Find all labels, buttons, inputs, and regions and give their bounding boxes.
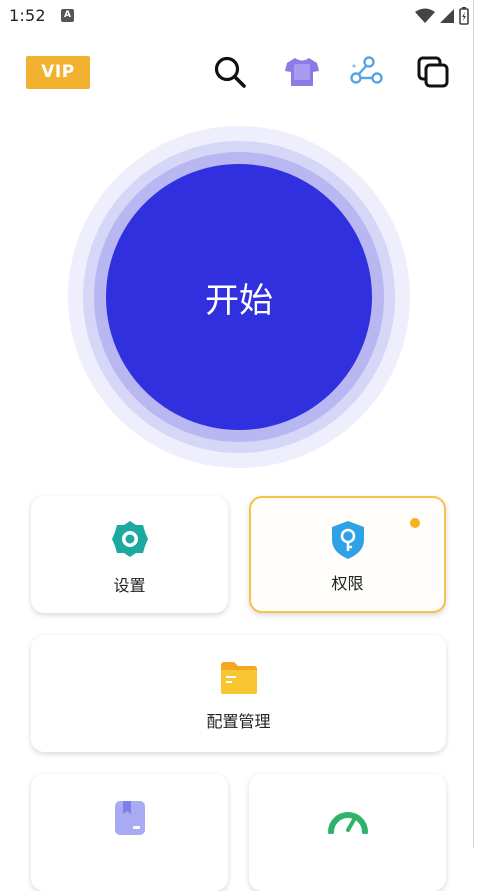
- config-management-label: 配置管理: [206, 712, 271, 731]
- status-time: 1:52: [9, 6, 46, 25]
- status-icons: [415, 6, 469, 26]
- search-icon: [214, 56, 246, 88]
- config-management-card[interactable]: 配置管理: [31, 635, 446, 752]
- notification-icon: A: [61, 9, 74, 22]
- wifi-icon: [415, 8, 435, 23]
- search-button[interactable]: [210, 52, 250, 92]
- copy-icon: [417, 56, 449, 88]
- theme-button[interactable]: [282, 52, 322, 92]
- folder-icon: [220, 662, 257, 694]
- bookmark-book-icon: [114, 801, 145, 835]
- copy-button[interactable]: [413, 52, 453, 92]
- gear-icon: [111, 521, 148, 557]
- cellular-signal-icon: [440, 9, 454, 23]
- vip-badge[interactable]: VIP: [26, 56, 90, 89]
- permissions-label: 权限: [331, 574, 364, 593]
- screen-edge-divider: [473, 0, 474, 848]
- share-icon: [350, 56, 383, 84]
- shield-key-icon: [331, 521, 364, 559]
- bottom-right-card[interactable]: [249, 774, 446, 891]
- battery-charging-icon: [459, 7, 469, 25]
- permissions-card[interactable]: 权限: [249, 496, 446, 613]
- notification-dot: [410, 518, 420, 528]
- bottom-left-card[interactable]: [31, 774, 228, 891]
- settings-card[interactable]: 设置: [31, 496, 228, 613]
- status-bar: 1:52 A: [0, 0, 477, 32]
- speedometer-icon: [327, 812, 368, 834]
- start-button[interactable]: 开始: [106, 164, 372, 430]
- settings-label: 设置: [113, 576, 146, 595]
- theme-shirt-icon: [285, 58, 319, 86]
- share-button[interactable]: [346, 52, 386, 92]
